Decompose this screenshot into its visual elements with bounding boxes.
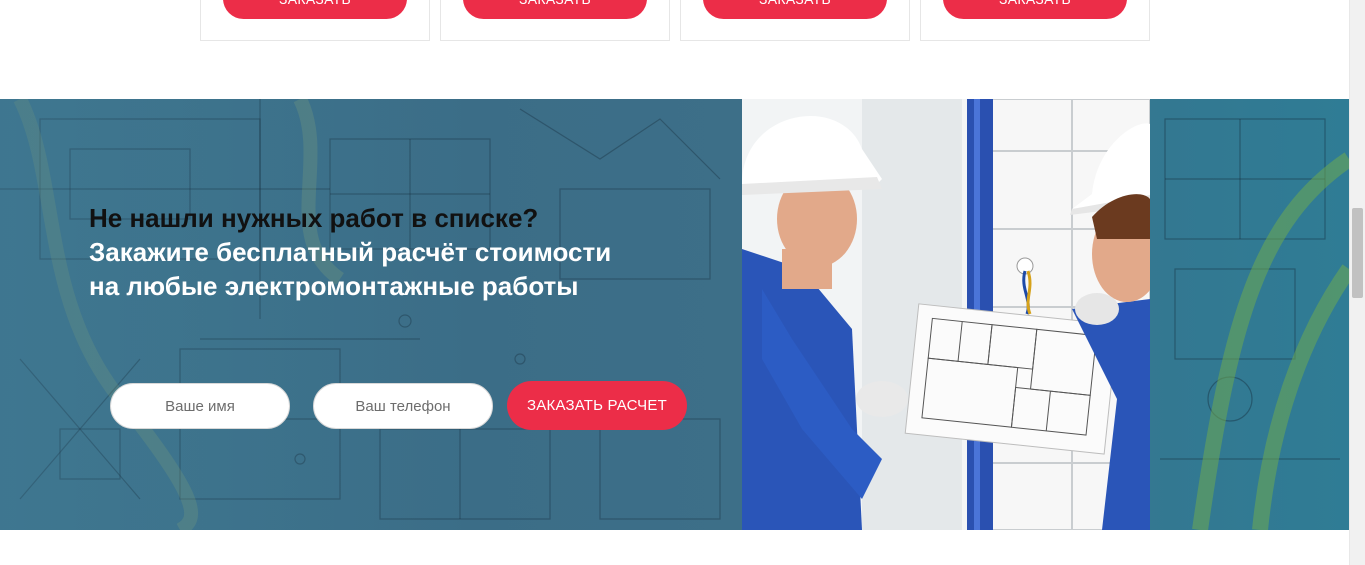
order-button[interactable]: Заказать — [223, 0, 407, 19]
order-button[interactable]: Заказать — [943, 0, 1127, 19]
electricians-photo — [742, 99, 1150, 530]
product-card: Заказать — [200, 0, 430, 41]
headline-offer: Закажите бесплатный расчёт стоимости — [89, 237, 612, 267]
headline-question: Не нашли нужных работ в списке? — [89, 203, 539, 233]
banner-headline: Не нашли нужных работ в списке? Закажите… — [89, 201, 729, 303]
headline-offer-continued: на любые электромонтажные работы — [89, 271, 579, 301]
banner-overlay — [0, 99, 742, 530]
product-card: Заказать — [920, 0, 1150, 41]
calculation-request-banner: Не нашли нужных работ в списке? Закажите… — [0, 99, 1349, 530]
phone-input[interactable] — [313, 383, 493, 429]
order-button[interactable]: Заказать — [703, 0, 887, 19]
scrollbar-thumb[interactable] — [1352, 208, 1363, 298]
product-card: Заказать — [680, 0, 910, 41]
page: Заказать Заказать Заказать Заказать — [0, 0, 1365, 565]
page-scrollbar[interactable] — [1349, 0, 1365, 565]
product-cards-row: Заказать Заказать Заказать Заказать — [200, 0, 1150, 41]
order-button[interactable]: Заказать — [463, 0, 647, 19]
product-card: Заказать — [440, 0, 670, 41]
electricians-illustration — [742, 99, 1150, 530]
name-input[interactable] — [110, 383, 290, 429]
order-calculation-button[interactable]: Заказать расчет — [507, 381, 687, 430]
